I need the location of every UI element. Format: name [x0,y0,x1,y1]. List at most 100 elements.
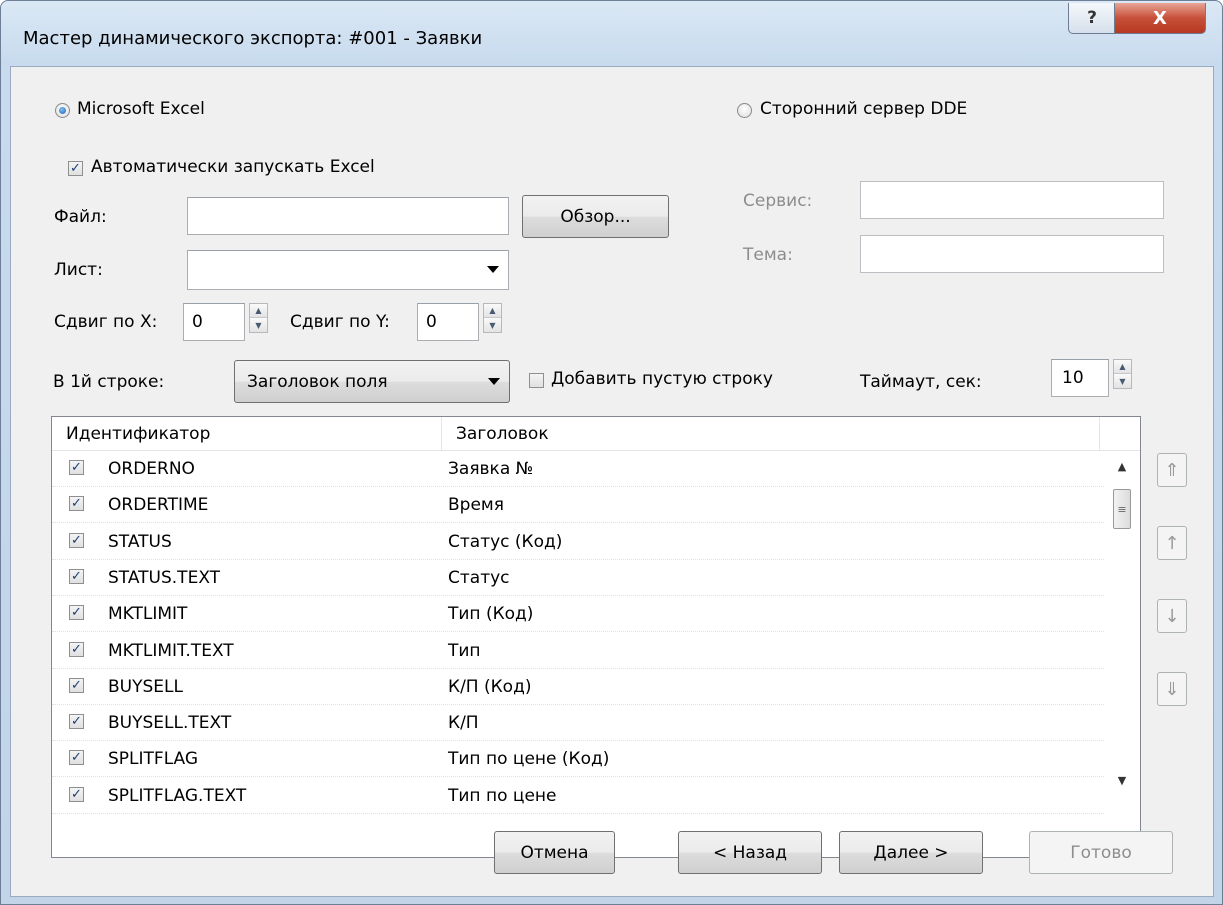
add-empty-row-checkbox[interactable] [529,373,544,388]
scroll-thumb[interactable]: ≡ [1113,489,1131,529]
row-checkbox[interactable]: ✓ [69,750,84,766]
spin-down-icon[interactable]: ▼ [484,318,501,332]
field-id: ORDERNO [108,459,195,479]
close-button[interactable]: X [1114,3,1206,34]
offset-y-label: Сдвиг по Y: [290,312,390,332]
sheet-select[interactable] [187,250,509,290]
table-row[interactable]: ✓ SPLITFLAG.TEXT Тип по цене [52,778,1104,814]
table-row[interactable]: ✓ STATUS Статус (Код) [52,524,1104,560]
add-empty-row-label[interactable]: Добавить пустую строку [551,369,773,389]
field-title: Время [448,495,504,516]
topic-input[interactable] [860,235,1164,273]
field-id: STATUS [108,531,172,552]
row-checkbox[interactable]: ✓ [69,786,84,802]
field-title: Заявка № [448,459,534,479]
browse-button[interactable]: Обзор... [522,195,669,238]
timeout-label: Таймаут, сек: [860,372,982,392]
arrow-up-icon: ↑ [1164,532,1180,554]
table-row[interactable]: ✓ ORDERNO Заявка № [52,451,1104,487]
back-button[interactable]: < Назад [678,831,822,874]
field-title: Тип (Код) [448,604,534,625]
double-arrow-down-icon: ⇓ [1164,678,1180,700]
spin-down-icon[interactable]: ▼ [1114,374,1131,388]
check-icon: ✓ [71,496,82,512]
table-row[interactable]: ✓ BUYSELL К/П (Код) [52,669,1104,705]
field-title: Статус [448,567,510,588]
spin-up-icon[interactable]: ▲ [250,304,267,318]
field-id: MKTLIMIT.TEXT [108,640,234,661]
file-label: Файл: [54,207,107,227]
window-title: Мастер динамического экспорта: #001 - За… [23,28,483,49]
table-row[interactable]: ✓ STATUS.TEXT Статус [52,560,1104,596]
scroll-down-icon[interactable]: ▼ [1104,765,1140,795]
file-input[interactable] [187,197,509,235]
table-row[interactable]: ✓ MKTLIMIT.TEXT Тип [52,633,1104,669]
service-label: Сервис: [743,191,813,211]
row-checkbox[interactable]: ✓ [69,568,84,584]
dialog-content: Microsoft Excel Сторонний сервер DDE ✓ А… [10,66,1214,897]
row-checkbox[interactable]: ✓ [69,605,84,621]
export-wizard-window: Мастер динамического экспорта: #001 - За… [0,0,1223,905]
row-checkbox[interactable]: ✓ [69,532,84,548]
check-icon: ✓ [71,714,82,730]
topic-label: Тема: [743,245,793,265]
field-title: К/П (Код) [448,676,532,697]
scroll-up-icon[interactable]: ▲ [1104,451,1140,481]
check-icon: ✓ [71,786,82,802]
offset-x-input[interactable]: 0 [183,303,245,341]
table-row[interactable]: ✓ BUYSELL.TEXT К/П [52,705,1104,742]
autostart-checkbox[interactable]: ✓ [68,161,83,176]
row-checkbox[interactable]: ✓ [69,460,84,475]
check-icon: ✓ [71,677,82,693]
grip-icon: ≡ [1117,502,1127,516]
field-id: ORDERTIME [108,495,209,516]
autostart-label[interactable]: Автоматически запускать Excel [91,157,375,177]
excel-radio-label[interactable]: Microsoft Excel [77,99,205,119]
spin-up-icon[interactable]: ▲ [484,304,501,318]
table-row[interactable]: ✓ MKTLIMIT Тип (Код) [52,596,1104,633]
spin-up-icon[interactable]: ▲ [1114,360,1131,374]
sheet-label: Лист: [54,260,103,280]
check-icon: ✓ [71,460,82,475]
column-header-id[interactable]: Идентификатор [52,417,442,450]
dde-radio-label[interactable]: Сторонний сервер DDE [760,99,967,119]
service-input[interactable] [860,181,1164,219]
row-checkbox[interactable]: ✓ [69,641,84,657]
field-id: SPLITFLAG [108,749,199,770]
move-bottom-button[interactable]: ⇓ [1157,672,1187,706]
first-row-select-value: Заголовок поля [247,371,388,392]
move-top-button[interactable]: ⇑ [1157,453,1187,487]
next-button[interactable]: Далее > [839,831,983,874]
check-icon: ✓ [71,605,82,621]
row-checkbox[interactable]: ✓ [69,496,84,512]
table-row[interactable]: ✓ ORDERTIME Время [52,487,1104,524]
offset-y-spinner[interactable]: ▲ ▼ [483,303,502,333]
column-header-title[interactable]: Заголовок [442,417,1100,450]
check-icon: ✓ [71,641,82,657]
finish-button[interactable]: Готово [1029,831,1173,874]
chevron-down-icon [487,266,499,273]
title-bar: Мастер динамического экспорта: #001 - За… [1,1,1222,67]
spin-down-icon[interactable]: ▼ [250,318,267,332]
cancel-button[interactable]: Отмена [494,831,615,874]
dde-radio[interactable] [737,103,752,118]
timeout-input[interactable]: 10 [1051,359,1109,397]
field-id: BUYSELL [108,676,183,697]
check-icon: ✓ [70,161,81,176]
offset-y-input[interactable]: 0 [417,303,479,341]
help-button[interactable]: ? [1068,3,1116,34]
row-checkbox[interactable]: ✓ [69,714,84,730]
timeout-spinner[interactable]: ▲ ▼ [1113,359,1132,389]
row-checkbox[interactable]: ✓ [69,677,84,693]
first-row-select[interactable]: Заголовок поля [234,360,510,403]
offset-x-spinner[interactable]: ▲ ▼ [249,303,268,333]
excel-radio[interactable] [55,103,70,118]
move-up-button[interactable]: ↑ [1157,526,1187,560]
fields-list-scrollbar[interactable]: ▲ ≡ ▼ [1104,451,1140,857]
check-icon: ✓ [71,750,82,766]
field-title: Статус (Код) [448,531,563,552]
move-down-button[interactable]: ↓ [1157,599,1187,633]
table-row[interactable]: ✓ SPLITFLAG Тип по цене (Код) [52,741,1104,778]
offset-x-label: Сдвиг по X: [54,312,158,332]
fields-list-header: Идентификатор Заголовок [52,417,1140,451]
